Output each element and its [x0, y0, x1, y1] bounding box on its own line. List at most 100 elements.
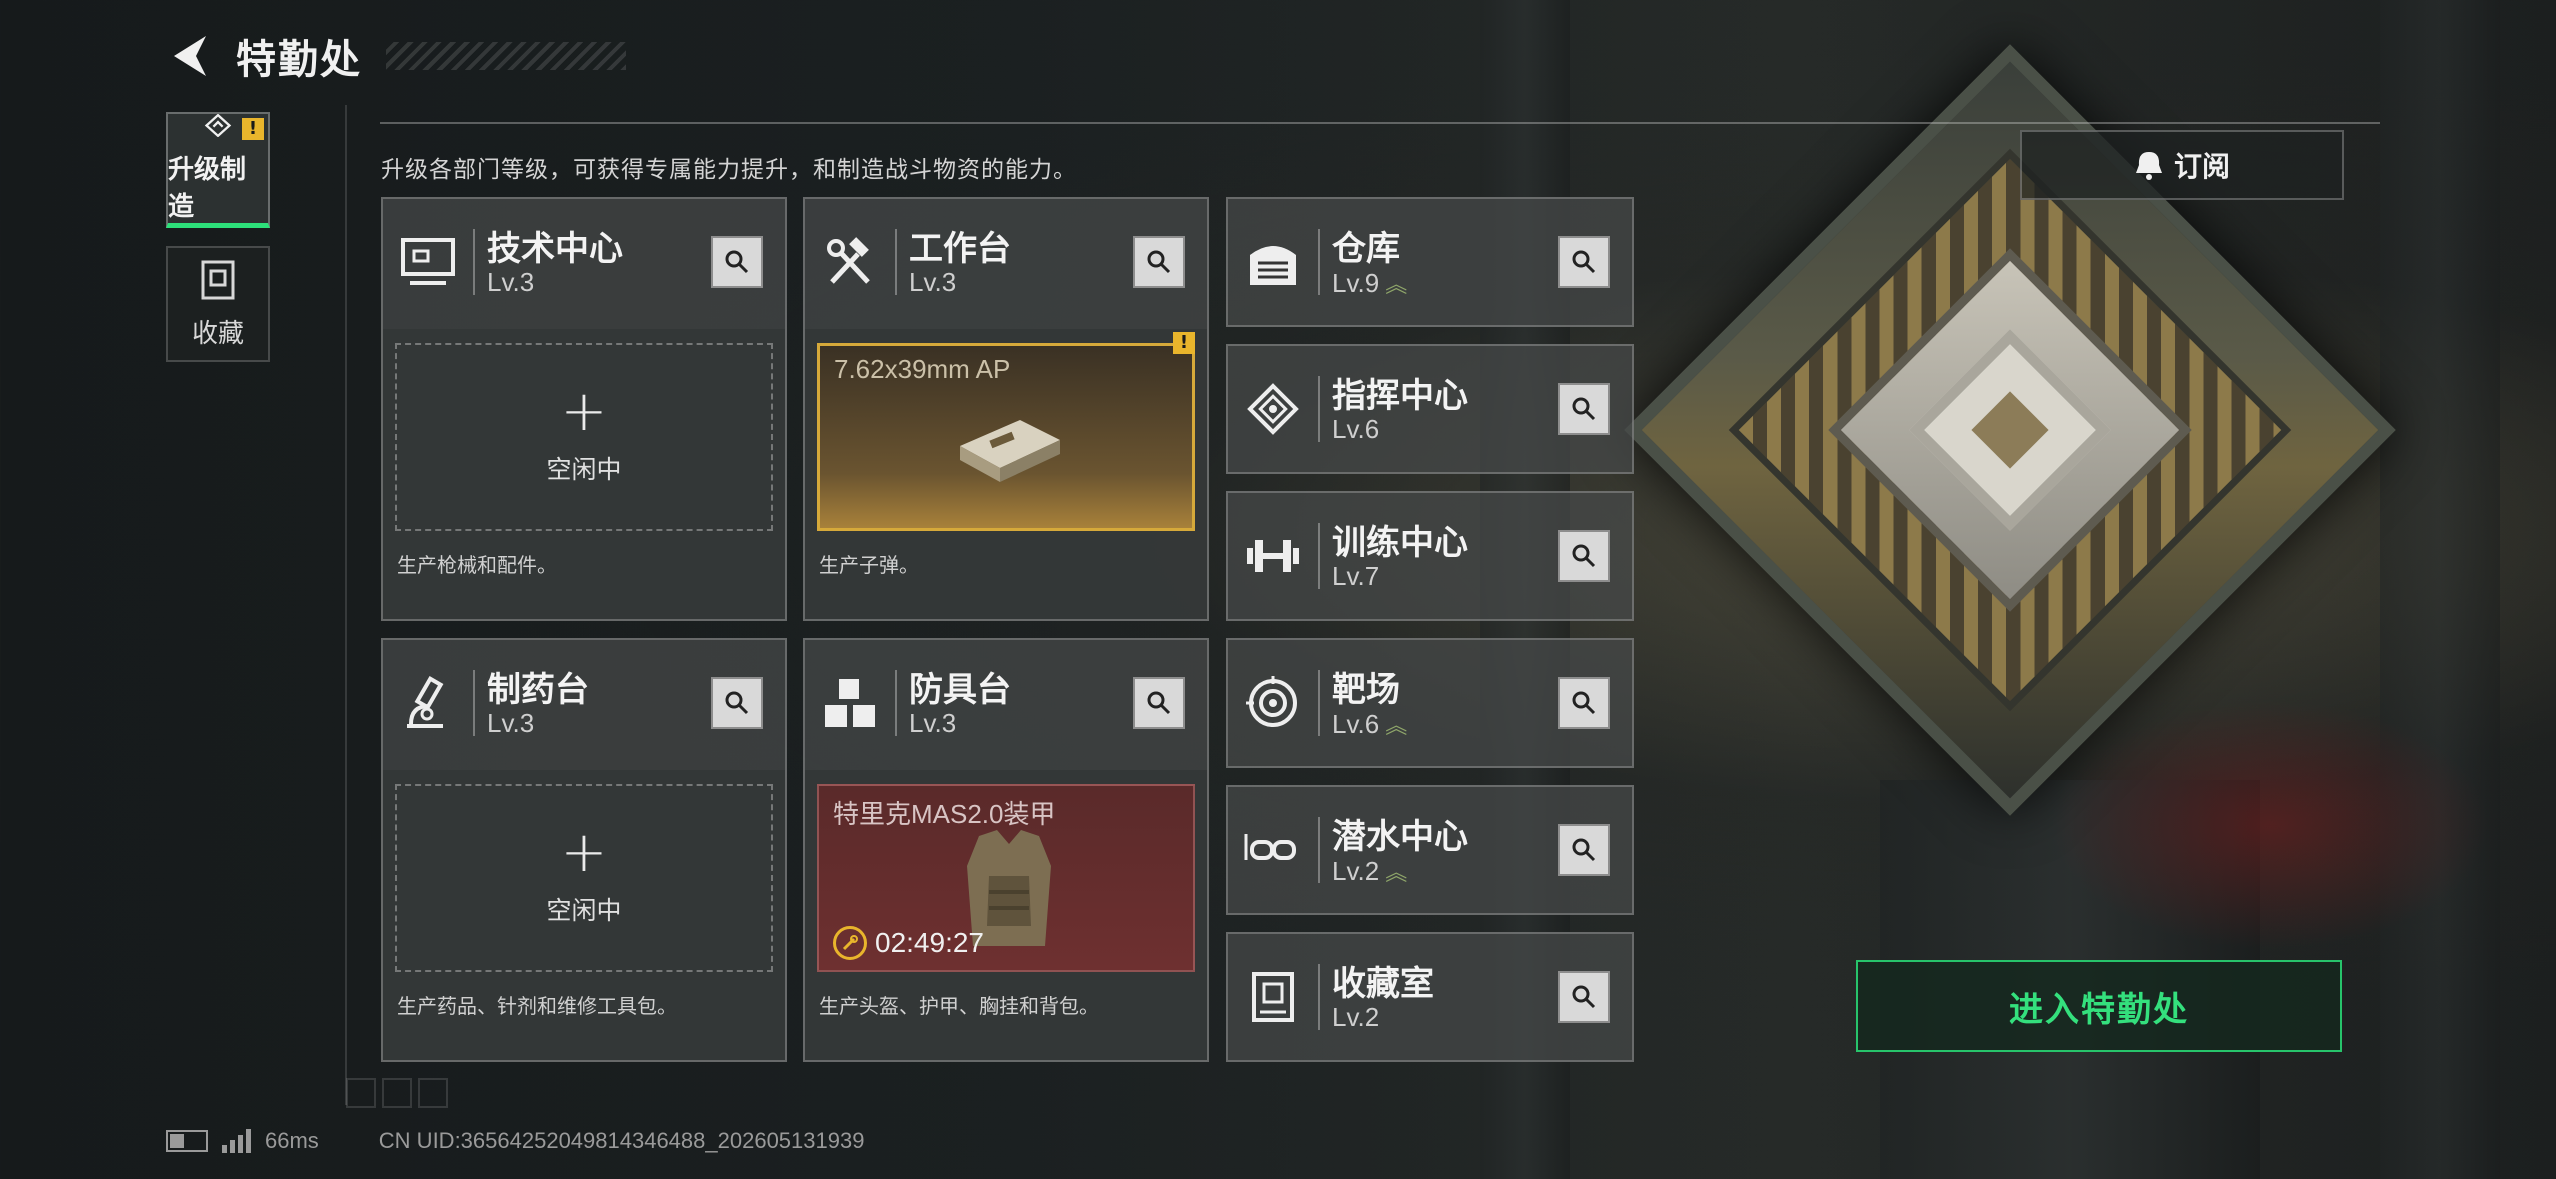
signal-icon: [222, 1129, 251, 1153]
production-timer: 02:49:27: [833, 926, 984, 960]
card-level: Lv.2 ︽: [1332, 856, 1408, 886]
upgrade-arrow-icon: ︽: [1385, 272, 1408, 297]
target-icon: [1242, 672, 1304, 734]
command-chip-icon: [1242, 378, 1304, 440]
status-bar: 66ms CN UID:3656425204981434​6488_202605…: [166, 1128, 864, 1154]
search-button[interactable]: [1558, 530, 1610, 582]
ping-value: 66ms: [265, 1128, 319, 1153]
card-name: 靶场: [1332, 670, 1400, 710]
page-title: 特勤处: [236, 37, 362, 83]
search-button[interactable]: [1558, 971, 1610, 1023]
empty-production-slot[interactable]: + 空闲中: [395, 784, 773, 972]
production-item-armor[interactable]: 特里克MAS2.0装甲 02:49:27: [817, 784, 1195, 972]
title-decoration: [386, 42, 626, 70]
nav-upgrade-label: 升级制造: [168, 155, 247, 222]
card-name: 防具台: [909, 670, 1011, 710]
microscope-icon: [397, 672, 459, 734]
notice-badge: !: [242, 118, 264, 140]
search-icon: [725, 691, 749, 715]
card-shooting-range[interactable]: 靶场 Lv.6 ︽: [1226, 638, 1634, 768]
card-name: 技术中心: [487, 229, 623, 269]
upgrade-arrow-icon: ︽: [1385, 713, 1408, 738]
search-icon: [1572, 544, 1596, 568]
nav-collection[interactable]: 收藏: [166, 246, 270, 362]
card-name: 收藏室: [1332, 964, 1434, 1004]
timer-value: 02:49:27: [875, 927, 984, 958]
card-name: 训练中心: [1332, 523, 1468, 563]
enter-label: 进入特勤处: [2009, 989, 2189, 1030]
enter-special-ops-button[interactable]: 进入特勤处: [1856, 960, 2342, 1052]
divider: [345, 105, 347, 1105]
card-diving-center[interactable]: 潜水中心 Lv.2 ︽: [1226, 785, 1634, 915]
user-uid: CN UID:3656425204981434​6488_20260513193…: [378, 1128, 865, 1153]
upgrade-icon: [204, 114, 232, 137]
card-pharmacy[interactable]: 制药台 Lv.3 + 空闲中 生产药品、针剂和维修工具包。: [381, 638, 787, 1062]
search-icon: [1572, 250, 1596, 274]
production-item-ammo[interactable]: ! 7.62x39mm AP: [817, 332, 1195, 531]
notice-badge: !: [1173, 332, 1195, 354]
plus-icon: +: [560, 379, 608, 444]
decoration: [346, 1078, 448, 1108]
search-button[interactable]: [1133, 677, 1185, 729]
subscribe-label: 订阅: [2173, 150, 2230, 183]
card-name: 潜水中心: [1332, 817, 1468, 857]
display-case-icon: [1242, 966, 1304, 1028]
search-button[interactable]: [1558, 236, 1610, 288]
card-level: Lv.2: [1332, 1002, 1380, 1032]
search-button[interactable]: [711, 677, 763, 729]
card-collection-room[interactable]: 收藏室 Lv.2: [1226, 932, 1634, 1062]
slot-description: 生产子弹。: [819, 553, 919, 577]
search-button[interactable]: [1558, 824, 1610, 876]
search-icon: [1147, 691, 1171, 715]
search-button[interactable]: [1558, 383, 1610, 435]
bell-icon: [2135, 152, 2162, 180]
card-level: Lv.6 ︽: [1332, 709, 1408, 739]
search-button[interactable]: [711, 236, 763, 288]
computer-icon: [397, 231, 459, 293]
warehouse-icon: [1242, 231, 1304, 293]
card-workbench[interactable]: 工作台 Lv.3 ! 7.62x39mm AP 生产子弹。: [803, 197, 1209, 621]
search-button[interactable]: [1133, 236, 1185, 288]
card-name: 工作台: [909, 229, 1011, 269]
diving-mask-icon: [1242, 819, 1304, 881]
subscribe-button[interactable]: 订阅: [2020, 130, 2344, 200]
search-button[interactable]: [1558, 677, 1610, 729]
slot-description: 生产枪械和配件。: [397, 553, 557, 577]
search-icon: [725, 250, 749, 274]
divider: [380, 122, 2380, 124]
search-icon: [1572, 397, 1596, 421]
product-name: 7.62x39mm AP: [834, 354, 1011, 384]
card-warehouse[interactable]: 仓库 Lv.9 ︽: [1226, 197, 1634, 327]
dumbbell-icon: [1242, 525, 1304, 587]
card-level: Lv.9 ︽: [1332, 268, 1408, 298]
card-name: 仓库: [1332, 229, 1400, 269]
cubes-icon: [819, 672, 881, 734]
nav-upgrade-craft[interactable]: ! 升级制造: [166, 112, 270, 228]
search-icon: [1572, 691, 1596, 715]
wrench-icon: [833, 926, 867, 960]
back-arrow-icon[interactable]: [166, 32, 214, 80]
slot-description: 生产头盔、护甲、胸挂和背包。: [819, 994, 1099, 1018]
card-level: Lv.3: [909, 267, 957, 297]
page-description: 升级各部门等级，可获得专属能力提升，和制造战斗物资的能力。: [381, 157, 1077, 183]
plus-icon: +: [560, 820, 608, 885]
card-level: Lv.3: [487, 708, 535, 738]
card-training-center[interactable]: 训练中心 Lv.7: [1226, 491, 1634, 621]
battery-icon: [166, 1130, 208, 1152]
page-header: 特勤处: [166, 26, 626, 86]
nav-collection-label: 收藏: [191, 318, 244, 349]
card-name: 指挥中心: [1332, 376, 1468, 416]
card-name: 制药台: [487, 670, 589, 710]
search-icon: [1572, 985, 1596, 1009]
collection-icon: [201, 260, 235, 299]
card-command-center[interactable]: 指挥中心 Lv.6: [1226, 344, 1634, 474]
hammer-wrench-icon: [819, 231, 881, 293]
empty-production-slot[interactable]: + 空闲中: [395, 343, 773, 531]
card-armor-bench[interactable]: 防具台 Lv.3 特里克MAS2.0装甲 02:49:27 生产头盔、护甲、胸挂…: [803, 638, 1209, 1062]
slot-description: 生产药品、针剂和维修工具包。: [397, 994, 677, 1018]
card-level: Lv.6: [1332, 414, 1380, 444]
card-level: Lv.3: [487, 267, 535, 297]
upgrade-arrow-icon: ︽: [1385, 860, 1408, 885]
slot-status: 空闲中: [546, 455, 622, 484]
card-tech-center[interactable]: 技术中心 Lv.3 + 空闲中 生产枪械和配件。: [381, 197, 787, 621]
